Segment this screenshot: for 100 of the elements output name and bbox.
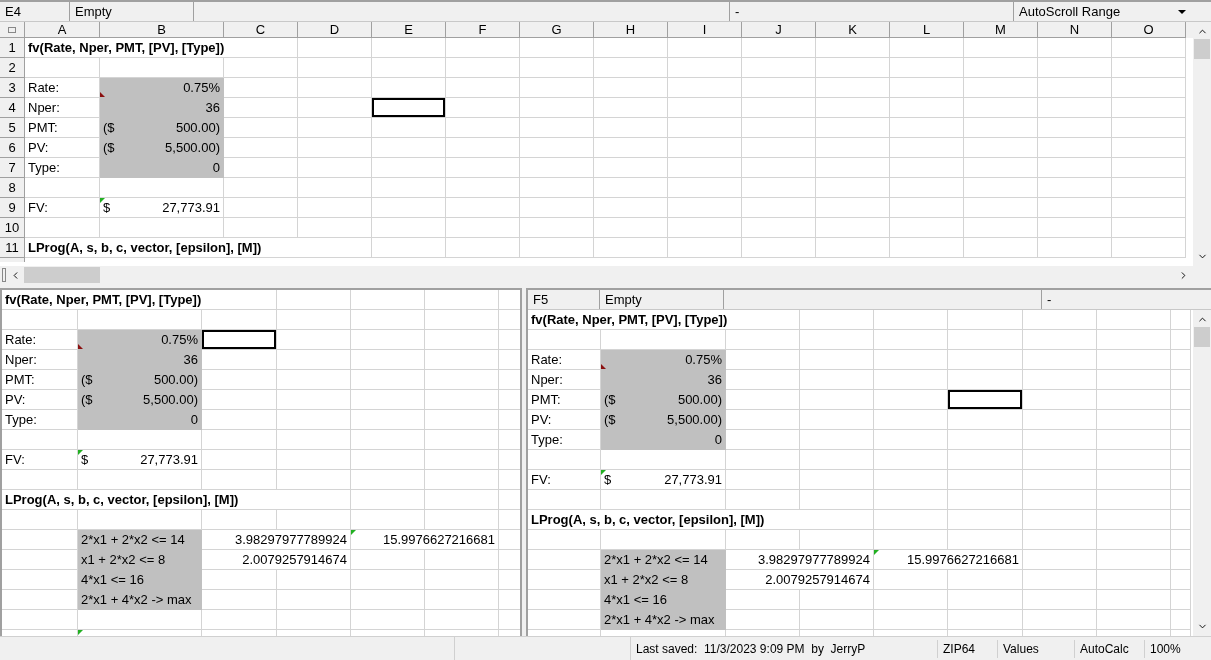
grid-cell[interactable] (351, 310, 425, 330)
grid-cell[interactable] (446, 178, 520, 198)
shaded-cell[interactable]: ($ 5,500.00) (78, 390, 202, 410)
row-header[interactable]: 6 (0, 138, 25, 158)
grid-cell[interactable] (1023, 530, 1097, 550)
grid-cell[interactable] (2, 430, 78, 450)
grid-cell[interactable] (351, 350, 425, 370)
grid-cell[interactable] (277, 510, 351, 530)
grid-cell[interactable] (100, 218, 224, 238)
grid-cell[interactable] (1171, 430, 1191, 450)
grid-cell[interactable] (594, 98, 668, 118)
grid-cell[interactable] (446, 118, 520, 138)
column-header[interactable]: F (446, 22, 520, 38)
grid-cell[interactable] (800, 310, 874, 330)
grid-cell[interactable] (964, 218, 1038, 238)
grid-cell[interactable] (890, 78, 964, 98)
grid-cell[interactable] (1097, 490, 1171, 510)
grid-cell[interactable] (890, 58, 964, 78)
shaded-cell[interactable]: 36 (100, 98, 224, 118)
grid-cell[interactable] (594, 38, 668, 58)
grid-cell[interactable] (1171, 330, 1191, 350)
grid-cell[interactable] (726, 410, 800, 430)
grid-cell[interactable] (726, 450, 800, 470)
grid-cell[interactable] (425, 490, 499, 510)
grid-cell[interactable] (520, 58, 594, 78)
grid-cell[interactable] (800, 470, 874, 490)
grid-cell[interactable] (202, 590, 277, 610)
grid-cell[interactable] (890, 238, 964, 258)
grid-cell[interactable] (1097, 470, 1171, 490)
grid-cell[interactable] (298, 178, 372, 198)
grid-cell[interactable]: $ 27,773.91 (601, 470, 726, 490)
grid-cell[interactable] (425, 430, 499, 450)
grid-cell[interactable] (874, 430, 948, 450)
grid-cell[interactable] (1038, 158, 1112, 178)
grid-cell[interactable] (948, 310, 1023, 330)
grid-cell[interactable] (202, 610, 277, 630)
grid-cell[interactable] (372, 118, 446, 138)
grid-cell[interactable] (372, 198, 446, 218)
grid-cell[interactable] (726, 590, 800, 610)
grid-cell[interactable] (1097, 550, 1171, 570)
grid-cell[interactable] (726, 390, 800, 410)
grid-cell[interactable] (1112, 138, 1186, 158)
shaded-cell[interactable]: 0 (100, 158, 224, 178)
grid-cell[interactable] (890, 158, 964, 178)
grid-cell[interactable] (520, 98, 594, 118)
shaded-cell[interactable]: x1 + 2*x2 <= 8 (78, 550, 202, 570)
grid-cell[interactable] (964, 98, 1038, 118)
grid-cell[interactable]: fv(Rate, Nper, PMT, [PV], [Type]) (2, 290, 277, 310)
grid-cell[interactable] (874, 370, 948, 390)
grid-cell[interactable] (520, 198, 594, 218)
grid-cell[interactable] (1097, 350, 1171, 370)
grid-cell[interactable] (1023, 310, 1097, 330)
name-box[interactable]: E4 (0, 1, 70, 22)
grid-cell[interactable] (890, 178, 964, 198)
grid-cell[interactable] (298, 138, 372, 158)
grid-cell[interactable] (874, 490, 948, 510)
grid-cell[interactable] (1023, 510, 1097, 530)
grid-cell[interactable] (890, 198, 964, 218)
grid-cell[interactable] (948, 410, 1023, 430)
grid-cell[interactable] (1097, 370, 1171, 390)
cell-content-field[interactable]: Empty (600, 290, 724, 310)
grid-cell[interactable] (874, 350, 948, 370)
grid-cell[interactable] (1097, 450, 1171, 470)
grid-cell[interactable] (277, 330, 351, 350)
grid-cell[interactable] (1023, 410, 1097, 430)
column-header[interactable]: I (668, 22, 742, 38)
shaded-cell[interactable]: 0 (78, 410, 202, 430)
grid-cell[interactable] (446, 198, 520, 218)
grid-cell[interactable] (668, 158, 742, 178)
grid-cell[interactable] (25, 218, 100, 238)
grid-cell[interactable] (948, 590, 1023, 610)
grid-cell[interactable] (816, 58, 890, 78)
column-header[interactable]: J (742, 22, 816, 38)
grid-cell[interactable] (1097, 610, 1171, 630)
grid-cell[interactable] (351, 470, 425, 490)
grid-cell[interactable] (964, 58, 1038, 78)
grid-cell[interactable] (1171, 490, 1191, 510)
grid-cell[interactable] (800, 590, 874, 610)
grid-cell[interactable] (1112, 78, 1186, 98)
grid-cell[interactable] (425, 610, 499, 630)
grid-cell[interactable] (1023, 490, 1097, 510)
column-header[interactable]: B (100, 22, 224, 38)
grid-cell[interactable] (1023, 370, 1097, 390)
shaded-cell[interactable]: 4*x1 <= 16 (601, 590, 726, 610)
grid-cell[interactable] (594, 238, 668, 258)
grid-cell[interactable] (202, 470, 277, 490)
grid-cell[interactable] (816, 198, 890, 218)
grid-cell[interactable] (425, 310, 499, 330)
grid-cell[interactable] (948, 330, 1023, 350)
row-header[interactable]: 10 (0, 218, 25, 238)
grid-cell[interactable] (277, 590, 351, 610)
row-header[interactable]: 11 (0, 238, 25, 258)
grid-cell[interactable] (202, 310, 277, 330)
grid-cell[interactable] (1112, 218, 1186, 238)
grid-cell[interactable] (520, 178, 594, 198)
grid-cell[interactable] (1023, 610, 1097, 630)
grid-cell[interactable] (425, 590, 499, 610)
scroll-thumb[interactable] (1194, 327, 1210, 347)
grid-cell[interactable] (726, 610, 800, 630)
vertical-scrollbar[interactable] (1193, 22, 1211, 266)
